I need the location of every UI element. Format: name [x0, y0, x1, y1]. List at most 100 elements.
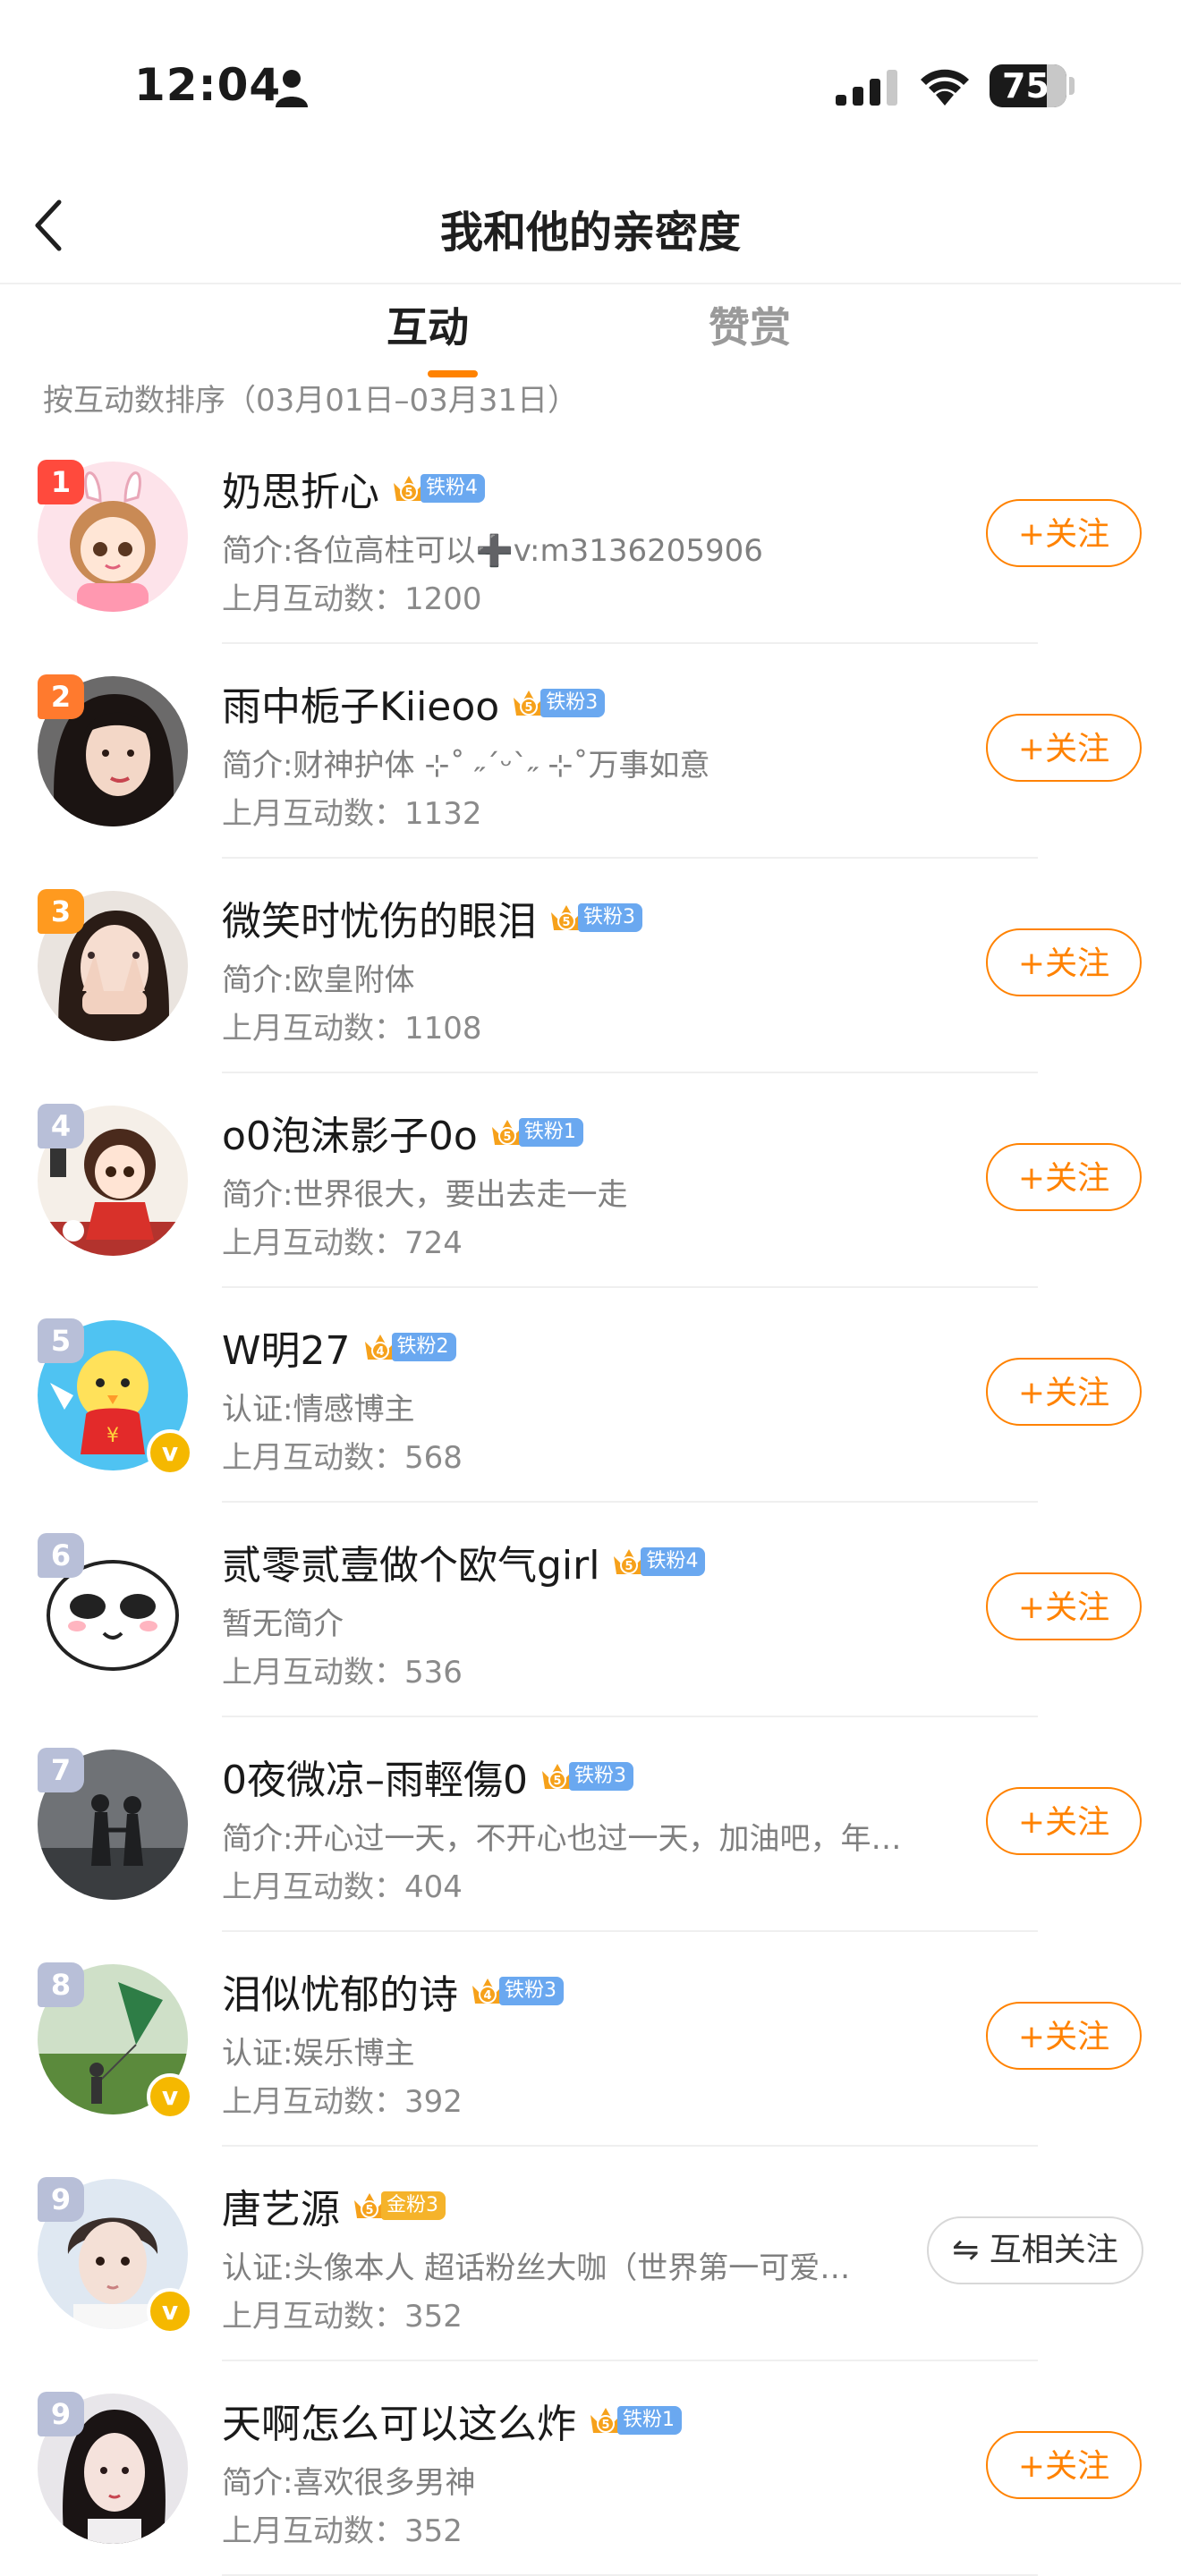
- fan-bio: 简介:财神护体 ⊹˚ ˶ˊᵕˋ˶ ⊹˚万事如意: [222, 748, 710, 784]
- battery-tip: [1069, 77, 1075, 95]
- fan-bio: 认证:头像本人 超话粉丝大咖（世界第一可爱…: [222, 2250, 851, 2286]
- fan-name[interactable]: 唐艺源: [222, 2177, 340, 2234]
- interaction-count-value: 1108: [404, 1011, 482, 1046]
- fan-bio: 暂无简介: [222, 1606, 344, 1642]
- fan-name[interactable]: o0泡沫影子0o: [222, 1104, 478, 1161]
- fan-list: 1 奶思折心 5 铁粉4 简介:各位高柱可以➕v:m3136205906 上月互…: [0, 429, 1181, 2576]
- fan-badge-label: 铁粉3: [540, 689, 606, 717]
- crown-level: 5: [525, 701, 533, 715]
- fan-badge-label: 铁粉2: [391, 1333, 456, 1361]
- list-item[interactable]: 7 0夜微凉–雨輕傷0 5 铁粉3 简介:开心过一天，不开心也过一天，加油吧，年…: [0, 1717, 1181, 1932]
- interaction-count-prefix: 上月互动数：: [222, 796, 404, 832]
- interaction-count: 上月互动数：1108: [222, 1004, 482, 1047]
- crown-level: 4: [483, 1989, 491, 2003]
- fan-badge-label: 铁粉4: [641, 1547, 706, 1576]
- interaction-count-prefix: 上月互动数：: [222, 2299, 404, 2334]
- rank-badge: 1: [38, 460, 84, 504]
- interaction-count-prefix: 上月互动数：: [222, 1655, 404, 1690]
- fan-badge[interactable]: 4 铁粉3: [469, 1973, 564, 2009]
- interaction-count: 上月互动数：1200: [222, 574, 482, 618]
- fan-name[interactable]: 微笑时忧伤的眼泪: [222, 889, 537, 946]
- interaction-count-value: 404: [404, 1869, 463, 1905]
- crown-level: 5: [365, 2204, 373, 2217]
- fan-badge[interactable]: 5 铁粉4: [390, 470, 485, 506]
- fan-badge-label: 铁粉3: [499, 1977, 564, 2005]
- fan-name-line: 天啊怎么可以这么炸 5 铁粉1: [222, 2394, 682, 2447]
- fan-badge[interactable]: 5 铁粉4: [610, 1544, 706, 1580]
- rank-badge: 2: [38, 674, 84, 719]
- fan-name-line: 贰零贰壹做个欧气girl 5 铁粉4: [222, 1533, 706, 1590]
- fan-badge-label: 铁粉4: [421, 474, 485, 503]
- rank-badge: 8: [38, 1962, 84, 2007]
- fan-bio: 认证:情感博主: [222, 1392, 415, 1428]
- interaction-count-value: 536: [404, 1655, 463, 1690]
- mutual-follow-button[interactable]: ⇋ 互相关注: [927, 2216, 1143, 2284]
- nav-bar: 我和他的亲密度: [0, 170, 1181, 284]
- fan-badge[interactable]: 5 金粉3: [351, 2188, 446, 2224]
- interaction-count-value: 1132: [404, 796, 482, 832]
- fan-name[interactable]: 贰零贰壹做个欧气girl: [222, 1533, 599, 1590]
- fan-name[interactable]: W明27: [222, 1318, 351, 1376]
- fan-badge-label: 铁粉1: [518, 1118, 583, 1147]
- follow-button[interactable]: +关注: [986, 1787, 1142, 1855]
- fan-badge-label: 金粉3: [381, 2191, 446, 2220]
- follow-button[interactable]: +关注: [986, 2002, 1142, 2070]
- list-item[interactable]: 2 雨中栀子Kiieoo 5 铁粉3 简介:财神护体 ⊹˚ ˶ˊᵕˋ˶ ⊹˚万事…: [0, 644, 1181, 859]
- follow-button[interactable]: +关注: [986, 1358, 1142, 1426]
- fan-badge[interactable]: 4 铁粉2: [361, 1329, 456, 1365]
- interaction-count-value: 724: [404, 1225, 463, 1261]
- list-item[interactable]: 4 o0泡沫影子0o 5 铁粉1 简介:世界很大，要出去走一走 上月互动数：72…: [0, 1073, 1181, 1288]
- fan-badge[interactable]: 5 铁粉1: [489, 1114, 583, 1150]
- list-item[interactable]: 6 贰零贰壹做个欧气girl 5 铁粉4 暂无简介 上月互动数：536 +关注: [0, 1503, 1181, 1717]
- tab-interaction[interactable]: 互动: [387, 295, 469, 354]
- list-item[interactable]: 3 微笑时忧伤的眼泪 5 铁粉3 简介:欧皇附体 上月互动数：1108 +关注: [0, 859, 1181, 1073]
- fan-name[interactable]: 奶思折心: [222, 460, 379, 517]
- crown-level: 5: [562, 916, 570, 929]
- fan-badge[interactable]: 5 铁粉1: [587, 2402, 682, 2438]
- follow-button[interactable]: +关注: [986, 1143, 1142, 1211]
- sort-caption: 按互动数排序（03月01日–03月31日）: [43, 383, 579, 419]
- interaction-count-value: 568: [404, 1440, 463, 1476]
- interaction-count-prefix: 上月互动数：: [222, 581, 404, 617]
- fan-name[interactable]: 雨中栀子Kiieoo: [222, 674, 499, 732]
- list-item[interactable]: 9 天啊怎么可以这么炸 5 铁粉1 简介:喜欢很多男神 上月互动数：352 +关…: [0, 2361, 1181, 2576]
- rank-badge: 6: [38, 1533, 84, 1578]
- person-icon: [276, 70, 308, 107]
- fan-badge[interactable]: 5 铁粉3: [510, 685, 606, 721]
- interaction-count-prefix: 上月互动数：: [222, 1869, 404, 1905]
- status-time: 12:04: [134, 59, 282, 111]
- tab-appreciation[interactable]: 赞赏: [709, 295, 791, 354]
- interaction-count: 上月互动数：724: [222, 1218, 463, 1262]
- interaction-count: 上月互动数：352: [222, 2506, 463, 2550]
- rank-badge: 9: [38, 2177, 84, 2222]
- fan-badge[interactable]: 5 铁粉3: [539, 1758, 633, 1794]
- interaction-count-prefix: 上月互动数：: [222, 1225, 404, 1261]
- follow-button[interactable]: +关注: [986, 2431, 1142, 2499]
- rank-badge: 9: [38, 2392, 84, 2436]
- rank-badge: 5: [38, 1318, 84, 1363]
- list-item[interactable]: 1 奶思折心 5 铁粉4 简介:各位高柱可以➕v:m3136205906 上月互…: [0, 429, 1181, 644]
- fan-badge-label: 铁粉3: [569, 1762, 633, 1791]
- fan-name-line: 微笑时忧伤的眼泪 5 铁粉3: [222, 891, 642, 945]
- fan-bio: 简介:开心过一天，不开心也过一天，加油吧，年…: [222, 1821, 902, 1857]
- fan-name[interactable]: 0夜微凉–雨輕傷0: [222, 1748, 528, 1805]
- interaction-count-prefix: 上月互动数：: [222, 1011, 404, 1046]
- battery-icon: 75: [990, 64, 1066, 107]
- fan-name-line: 泪似忧郁的诗 4 铁粉3: [222, 1964, 564, 2018]
- fan-name-line: o0泡沫影子0o 5 铁粉1: [222, 1106, 583, 1159]
- fan-name[interactable]: 天啊怎么可以这么炸: [222, 2392, 576, 2449]
- tab-bar: 互动 赞赏: [0, 284, 1181, 377]
- fan-badge[interactable]: 5 铁粉3: [548, 900, 642, 936]
- follow-button[interactable]: +关注: [986, 499, 1142, 567]
- follow-button[interactable]: +关注: [986, 1572, 1142, 1640]
- list-item[interactable]: ¥ 5 W明27 4 铁粉2 认证:情感博主 上月互动数：568 +关注 v: [0, 1288, 1181, 1503]
- battery-level: 75: [1002, 66, 1049, 106]
- follow-button[interactable]: +关注: [986, 714, 1142, 782]
- crown-level: 4: [376, 1345, 384, 1359]
- list-item[interactable]: 9 唐艺源 5 金粉3 认证:头像本人 超话粉丝大咖（世界第一可爱… 上月互动数…: [0, 2147, 1181, 2361]
- verified-icon: v: [147, 2073, 193, 2120]
- fan-name[interactable]: 泪似忧郁的诗: [222, 1962, 458, 2020]
- list-item[interactable]: 8 泪似忧郁的诗 4 铁粉3 认证:娱乐博主 上月互动数：392 +关注 v: [0, 1932, 1181, 2147]
- rank-badge: 7: [38, 1748, 84, 1792]
- follow-button[interactable]: +关注: [986, 928, 1142, 996]
